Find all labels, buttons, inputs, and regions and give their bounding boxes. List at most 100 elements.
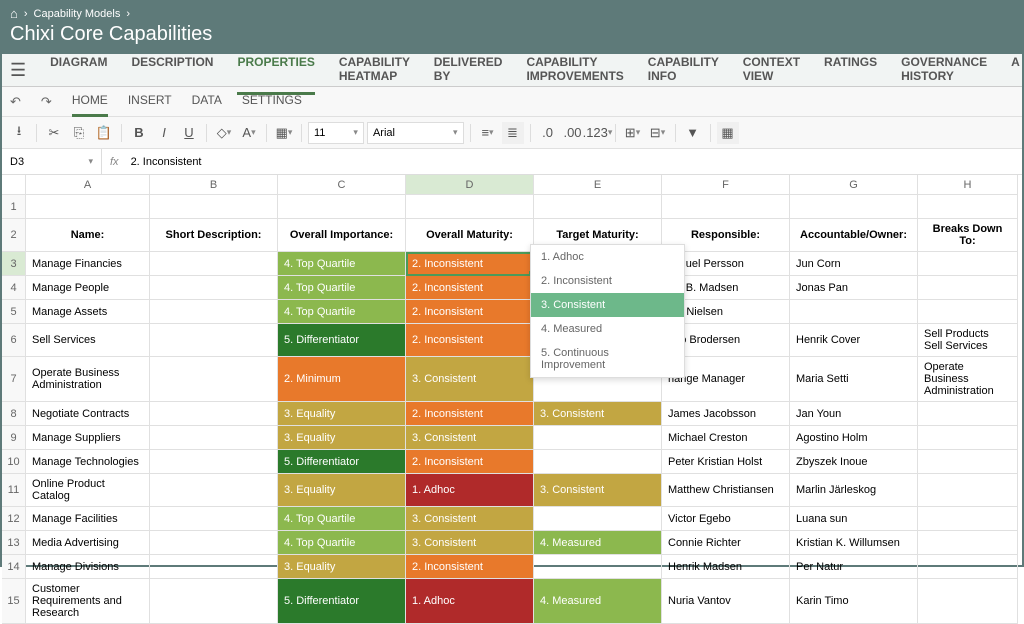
chevron-down-icon[interactable]: ▾ <box>88 156 93 167</box>
main-tab-context-view[interactable]: CONTEXT VIEW <box>743 46 800 95</box>
cell-maturity[interactable]: 3. Consistent <box>406 531 534 555</box>
merge-icon[interactable]: ⊟ ▾ <box>647 122 669 144</box>
cell-maturity[interactable]: 3. Consistent <box>406 357 534 402</box>
download-icon[interactable]: ⭳ <box>8 122 30 144</box>
cell[interactable] <box>26 195 150 219</box>
main-tab-a[interactable]: A <box>1011 46 1020 95</box>
cell-importance[interactable]: 3. Equality <box>278 402 406 426</box>
main-tab-capability-improvements[interactable]: CAPABILITY IMPROVEMENTS <box>526 46 623 95</box>
font-size-dropdown[interactable]: 11▾ <box>308 122 364 144</box>
col-header[interactable]: F <box>662 175 790 195</box>
cell-importance[interactable]: 3. Equality <box>278 426 406 450</box>
cell-desc[interactable] <box>150 324 278 357</box>
cell-responsible[interactable]: Michael Creston <box>662 426 790 450</box>
cell-responsible[interactable]: Henrik Madsen <box>662 555 790 579</box>
cell-accountable[interactable]: Jan Youn <box>790 402 918 426</box>
grid-icon[interactable]: ▦ <box>717 122 739 144</box>
cell-name[interactable]: Manage People <box>26 276 150 300</box>
cell-importance[interactable]: 4. Top Quartile <box>278 531 406 555</box>
cell-desc[interactable] <box>150 579 278 624</box>
dropdown-item[interactable]: 2. Inconsistent <box>531 269 684 293</box>
cell[interactable] <box>278 195 406 219</box>
main-tab-ratings[interactable]: RATINGS <box>824 46 877 95</box>
cell[interactable] <box>534 195 662 219</box>
cell-breaks-down[interactable]: Operate Business Administration <box>918 357 1018 402</box>
cell[interactable] <box>662 195 790 219</box>
row-header[interactable]: 1 <box>2 195 26 219</box>
cell-responsible[interactable]: James Jacobsson <box>662 402 790 426</box>
cell-breaks-down[interactable] <box>918 531 1018 555</box>
cell-importance[interactable]: 5. Differentiator <box>278 324 406 357</box>
cell-accountable[interactable]: Jun Corn <box>790 252 918 276</box>
row-header[interactable]: 9 <box>2 426 26 450</box>
home-icon[interactable]: ⌂ <box>10 6 18 21</box>
cell-name[interactable]: Negotiate Contracts <box>26 402 150 426</box>
cell-name[interactable]: Customer Requirements and Research <box>26 579 150 624</box>
cell-maturity[interactable]: 2. Inconsistent <box>406 300 534 324</box>
cell-importance[interactable]: 4. Top Quartile <box>278 252 406 276</box>
main-tab-delivered-by[interactable]: DELIVERED BY <box>434 46 503 95</box>
italic-button[interactable]: I <box>153 122 175 144</box>
cell-breaks-down[interactable] <box>918 426 1018 450</box>
cell-name[interactable]: Operate Business Administration <box>26 357 150 402</box>
cell-accountable[interactable]: Per Natur <box>790 555 918 579</box>
cell-maturity[interactable]: 3. Consistent <box>406 426 534 450</box>
cell-name[interactable]: Manage Facilities <box>26 507 150 531</box>
spreadsheet-grid[interactable]: ABCDEFGH12Name:Short Description:Overall… <box>2 175 1022 624</box>
row-header[interactable]: 5 <box>2 300 26 324</box>
cell-accountable[interactable]: Zbyszek Inoue <box>790 450 918 474</box>
underline-button[interactable]: U <box>178 122 200 144</box>
dropdown-item[interactable]: 4. Measured <box>531 317 684 341</box>
row-header[interactable]: 3 <box>2 252 26 276</box>
cell-maturity[interactable]: 2. Inconsistent <box>406 555 534 579</box>
cell-desc[interactable] <box>150 402 278 426</box>
col-header[interactable]: G <box>790 175 918 195</box>
cell-desc[interactable] <box>150 507 278 531</box>
col-header[interactable]: C <box>278 175 406 195</box>
cell-importance[interactable]: 4. Top Quartile <box>278 507 406 531</box>
font-name-dropdown[interactable]: Arial▾ <box>367 122 464 144</box>
cell-importance[interactable]: 4. Top Quartile <box>278 300 406 324</box>
sub-tab-home[interactable]: HOME <box>72 86 108 117</box>
cell-desc[interactable] <box>150 450 278 474</box>
decimal-increase-icon[interactable]: .0 <box>537 122 559 144</box>
cell-desc[interactable] <box>150 357 278 402</box>
cut-icon[interactable]: ✂ <box>43 122 65 144</box>
text-color-icon[interactable]: A ▾ <box>238 122 260 144</box>
number-format-dropdown[interactable]: .123 ▾ <box>587 122 609 144</box>
maturity-dropdown[interactable]: 1. Adhoc2. Inconsistent3. Consistent4. M… <box>530 244 685 378</box>
cell-target-maturity[interactable]: 4. Measured <box>534 531 662 555</box>
row-header[interactable]: 11 <box>2 474 26 507</box>
cell-importance[interactable]: 3. Equality <box>278 474 406 507</box>
cell-breaks-down[interactable] <box>918 507 1018 531</box>
borders-icon[interactable]: ▦ ▾ <box>273 122 295 144</box>
cell-breaks-down[interactable] <box>918 276 1018 300</box>
redo-icon[interactable]: ↷ <box>41 94 52 110</box>
dropdown-item[interactable]: 3. Consistent <box>531 293 684 317</box>
col-header[interactable]: E <box>534 175 662 195</box>
cell-desc[interactable] <box>150 300 278 324</box>
sub-tab-settings[interactable]: SETTINGS <box>242 86 302 117</box>
cell-name[interactable]: Media Advertising <box>26 531 150 555</box>
decimal-decrease-icon[interactable]: .00 <box>562 122 584 144</box>
cell-desc[interactable] <box>150 426 278 450</box>
cell-reference[interactable]: D3 ▾ <box>2 149 102 174</box>
col-header[interactable]: H <box>918 175 1018 195</box>
cell-name[interactable]: Manage Financies <box>26 252 150 276</box>
row-header[interactable]: 4 <box>2 276 26 300</box>
cell-target-maturity[interactable]: 4. Measured <box>534 579 662 624</box>
row-header[interactable]: 7 <box>2 357 26 402</box>
main-tab-capability-info[interactable]: CAPABILITY INFO <box>648 46 719 95</box>
cell-name[interactable]: Online Product Catalog <box>26 474 150 507</box>
cell-accountable[interactable] <box>790 300 918 324</box>
paste-icon[interactable]: 📋 <box>93 122 115 144</box>
cell-desc[interactable] <box>150 531 278 555</box>
cell-accountable[interactable]: Luana sun <box>790 507 918 531</box>
row-header[interactable]: 6 <box>2 324 26 357</box>
cell-desc[interactable] <box>150 276 278 300</box>
cell-responsible[interactable]: Peter Kristian Holst <box>662 450 790 474</box>
sub-tab-data[interactable]: DATA <box>192 86 222 117</box>
cell-maturity[interactable]: 2. Inconsistent <box>406 402 534 426</box>
cell-responsible[interactable]: Connie Richter <box>662 531 790 555</box>
cell-importance[interactable]: 5. Differentiator <box>278 579 406 624</box>
